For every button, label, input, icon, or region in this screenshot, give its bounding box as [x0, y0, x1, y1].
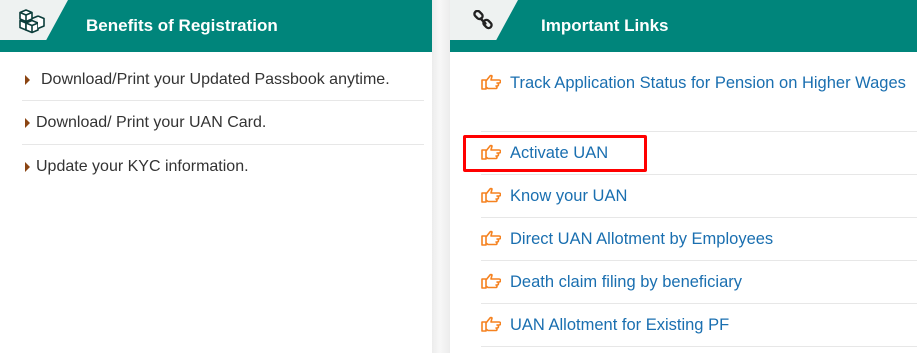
hand-pointing-right-icon [481, 74, 501, 90]
link-track-pension-status[interactable]: Track Application Status for Pension on … [510, 74, 906, 92]
benefit-item-label: Update your KYC information. [36, 158, 249, 175]
links-title: Important Links [541, 16, 669, 35]
benefits-list: Download/Print your Updated Passbook any… [0, 60, 432, 188]
link-direct-uan-allotment[interactable]: Direct UAN Allotment by Employees [510, 230, 773, 248]
benefits-title: Benefits of Registration [86, 16, 278, 35]
benefits-header-icon-tab [0, 0, 68, 40]
benefit-item: Update your KYC information. [22, 145, 424, 188]
link-death-claim-filing[interactable]: Death claim filing by beneficiary [510, 273, 742, 291]
link-item[interactable]: Direct UAN Allotment by Employees [481, 218, 917, 261]
boxes-icon [19, 9, 45, 34]
link-uan-allotment-existing-pf[interactable]: UAN Allotment for Existing PF [510, 316, 729, 334]
triangle-bullet-icon [25, 161, 30, 172]
activate-uan-highlight-box [463, 135, 647, 172]
link-item[interactable]: Know your UAN [481, 175, 917, 218]
hand-pointing-right-icon [481, 316, 501, 332]
link-item[interactable]: Track Application Status for Pension on … [481, 64, 917, 132]
links-header: Important Links [450, 0, 917, 52]
hand-pointing-right-icon [481, 187, 501, 203]
benefits-header: Benefits of Registration [0, 0, 432, 52]
benefit-item: Download/Print your Updated Passbook any… [22, 60, 424, 101]
benefit-item: Download/ Print your UAN Card. [22, 101, 424, 145]
links-header-icon-tab [450, 0, 518, 40]
link-icon [473, 10, 493, 30]
links-list: Track Application Status for Pension on … [450, 64, 917, 347]
link-item[interactable]: UAN Allotment for Existing PF [481, 304, 917, 347]
link-know-your-uan[interactable]: Know your UAN [510, 187, 627, 205]
benefits-panel: Benefits of Registration Download/Print … [0, 0, 432, 353]
important-links-panel: Important Links Track Application Status… [450, 0, 917, 353]
benefit-item-label: Download/ Print your UAN Card. [36, 114, 267, 131]
link-item[interactable]: Death claim filing by beneficiary [481, 261, 917, 304]
triangle-bullet-icon [25, 117, 30, 128]
triangle-bullet-icon [25, 75, 30, 85]
hand-pointing-right-icon [481, 273, 501, 289]
hand-pointing-right-icon [481, 230, 501, 246]
benefit-item-label: Download/Print your Updated Passbook any… [41, 71, 390, 88]
panel-gutter [432, 0, 450, 353]
